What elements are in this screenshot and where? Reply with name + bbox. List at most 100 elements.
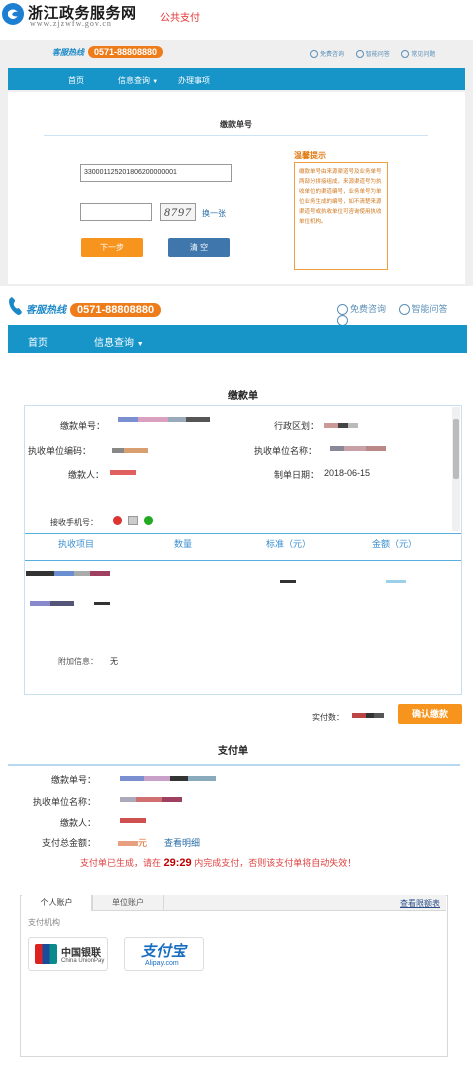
smart-qa-label: 智能问答 [365,52,390,58]
nav-home-large[interactable]: 首页 [28,334,48,349]
faq-label: 常见问题 [411,52,436,58]
unit-name-value-redacted [330,443,396,453]
captcha-input[interactable] [80,203,152,221]
hotline-large: 客服热线 0571-88808880 [26,301,162,317]
divider [44,135,428,136]
pay-total-redacted [118,841,138,847]
table-row-redacted [26,568,118,578]
chevron-down-icon: ▼ [136,341,144,348]
unionpay-name-en: China UnionPay [61,958,105,964]
pay-method-box [20,895,448,1057]
scrollbar-thumb[interactable] [453,419,459,479]
date-value: 2018-06-15 [324,468,371,478]
free-consult-label: 免费咨询 [320,52,345,58]
unionpay-logo-icon [35,944,57,964]
pay-payer-label: 缴款人： [59,818,96,828]
main-nav-large: 首页 信息查询 ▼ [8,325,467,353]
free-consult-link-large[interactable]: 免费咨询 [337,304,387,316]
pay-unit-name-label: 执收单位名称： [32,797,96,807]
tab-personal-account[interactable]: 个人账户 [22,895,92,911]
tips-title: 温馨提示 [294,151,326,160]
date-label: 制单日期： [274,470,320,480]
payer-label: 缴款人： [68,470,105,480]
hotline-label: 客服热线 [52,48,84,57]
pay-countdown-message: 支付单已生成，请在 29:29 内完成支付，否则该支付单将自动失效！ [80,856,356,869]
clear-button[interactable]: 清 空 [168,238,230,257]
robot-icon [398,304,410,316]
pay-bill-no-redacted [120,773,250,783]
amount-suffix: 元 [138,838,148,848]
alipay-option[interactable]: 支付宝 Alipay.com [124,937,204,971]
view-detail-link[interactable]: 查看明细 [164,836,200,849]
col-quantity: 数量 [174,539,193,549]
col-item: 执收项目 [58,539,95,549]
chat-icon [337,304,348,316]
paid-label: 实付数： [312,713,344,722]
pay-payer-redacted [120,815,150,825]
col-standard: 标准（元） [266,539,312,549]
bill-no-value-redacted [118,414,226,424]
alipay-name-en: Alipay.com [145,960,179,967]
smart-qa-link-large[interactable]: 智能问答 [398,304,448,316]
hotline-number-large: 0571-88808880 [70,303,162,317]
table-value-redacted [280,580,296,583]
top-links-large: 免费咨询 智能问答 [327,302,473,327]
free-consult-label-large: 免费咨询 [350,304,387,314]
delete-icon[interactable] [113,516,122,525]
hotline: 客服热线 0571-88808880 [52,46,164,58]
nav-handle[interactable]: 办理事项 [178,75,210,86]
confirm-payment-button[interactable]: 确认缴款 [398,704,462,724]
unit-code-label: 执收单位编码： [28,446,92,456]
chevron-down-icon: ▼ [152,79,159,85]
region-label: 行政区划： [274,421,320,431]
phone-icon [8,296,24,316]
sms-icon[interactable] [128,516,138,525]
main-nav: 首页 信息查询 ▼ 办理事项 [8,68,465,90]
refresh-captcha-link[interactable]: 换一张 [202,208,226,219]
table-value-redacted [386,580,406,583]
view-quota-link[interactable]: 查看限额表 [400,898,440,909]
next-button[interactable]: 下一步 [81,238,143,257]
faq-link[interactable]: 常见问题 [401,50,436,59]
bill-no-label: 缴款单号： [60,421,106,431]
site-url: www.zjzwfw.gov.cn [30,19,112,28]
col-amount: 金额（元） [372,539,418,549]
tips-text: 缴款单号由来源渠道号及业务单号两部分拼接组成，来源渠道号为执收单位的渠道编号，业… [294,162,388,270]
free-consult-link[interactable]: 免费咨询 [310,50,345,59]
paid-value-redacted [352,710,388,720]
unionpay-option[interactable]: 中国银联 China UnionPay [28,937,108,971]
site-logo-icon[interactable] [2,3,24,25]
alipay-logo: 支付宝 [141,943,187,960]
smart-qa-label-large: 智能问答 [411,304,448,314]
captcha-image: 8797 [160,203,196,221]
extra-info-value: 无 [110,657,118,666]
table-row-redacted [30,598,120,608]
phone-label: 接收手机号： [50,518,98,527]
pay-msg-prefix: 支付单已生成，请在 [80,858,162,868]
payer-value-redacted [110,467,140,477]
faq-link-large[interactable] [337,315,350,327]
smart-qa-link[interactable]: 智能问答 [355,50,390,59]
unit-code-value-redacted [112,445,158,455]
hotline-label-large: 客服热线 [26,305,66,316]
nav-home[interactable]: 首页 [68,75,84,86]
pay-msg-suffix: 内完成支付，否则该支付单将自动失效！ [194,858,357,868]
pay-total-amount: 元 [118,836,147,849]
pay-countdown: 29:29 [163,857,192,869]
nav-info-label: 信息查询 [118,76,150,85]
nav-info-query-large[interactable]: 信息查询 ▼ [94,334,144,349]
add-icon[interactable] [144,516,153,525]
top-links: 免费咨询 智能问答 常见问题 [300,49,436,59]
extra-info-label: 附加信息： [58,657,98,666]
unit-name-label: 执收单位名称： [254,446,318,456]
query-title: 缴款单号 [220,120,252,129]
nav-info-query[interactable]: 信息查询 ▼ [118,75,158,86]
question-icon [401,50,410,59]
pay-title: 支付单 [218,746,248,757]
bill-number-input[interactable]: 330001125201806200000001 [80,164,232,182]
tab-unit-account[interactable]: 单位账户 [92,895,164,911]
hotline-number: 0571-88808880 [88,46,164,58]
bill-scrollbar[interactable] [452,407,460,531]
pay-total-label: 支付总金额： [41,838,96,848]
robot-icon [355,50,364,59]
